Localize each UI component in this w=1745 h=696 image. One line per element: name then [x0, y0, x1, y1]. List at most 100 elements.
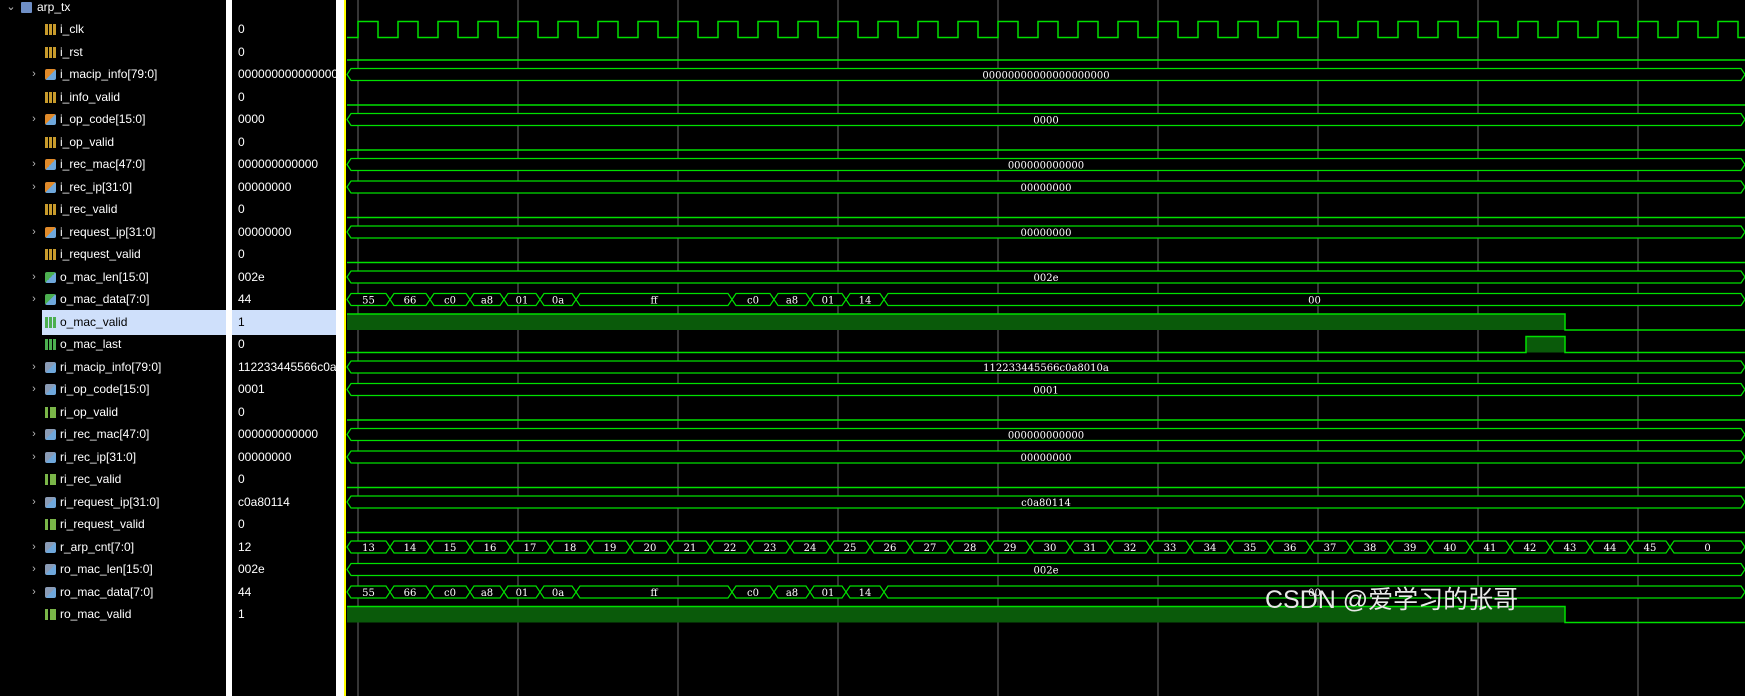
signal-row[interactable]: › i_rec_ip[31:0]	[0, 175, 226, 200]
signal-row[interactable]: i_clk	[0, 17, 226, 42]
bus-value-text: c0a80114	[1021, 498, 1071, 509]
signal-name-label: ri_rec_mac[47:0]	[60, 427, 150, 441]
bus-value-text: a8	[786, 588, 798, 599]
register-bit-icon	[45, 406, 56, 418]
signal-value: 0	[238, 22, 245, 36]
bus-value-text: 112233445566c0a8010a	[983, 363, 1109, 374]
input-bit-icon	[45, 136, 56, 148]
signal-value: 1	[238, 607, 245, 621]
bus-value-text: 13	[362, 543, 375, 554]
signal-value: 00000000	[238, 224, 292, 239]
bus-value-text: 32	[1124, 543, 1137, 554]
signal-row[interactable]: › ri_op_code[15:0]	[0, 377, 226, 402]
bus-value-text: 38	[1364, 543, 1377, 554]
register-bit-icon	[45, 609, 56, 620]
bus-value-text: 00000000	[1021, 453, 1072, 464]
signal-row[interactable]: ro_mac_valid	[0, 602, 226, 627]
bus-value-text: 00000000	[1021, 183, 1072, 194]
signal-row[interactable]: i_op_valid	[0, 130, 226, 155]
chevron-right-icon[interactable]: ›	[29, 535, 39, 560]
signal-name-label: i_rst	[60, 44, 83, 59]
signal-row[interactable]: › ri_request_ip[31:0]	[0, 490, 226, 515]
signal-row[interactable]: ri_request_valid	[0, 512, 226, 537]
bus-value-text: 31	[1084, 543, 1097, 554]
signal-row[interactable]: › ri_rec_mac[47:0]	[0, 422, 226, 447]
signal-row[interactable]: › ro_mac_data[7:0]	[0, 580, 226, 605]
bus-value-text: 14	[859, 588, 872, 599]
signal-row[interactable]: i_rec_valid	[0, 197, 226, 222]
signal-name-label: i_info_valid	[60, 89, 121, 104]
register-bus-icon	[45, 541, 56, 553]
signal-value: 0	[238, 337, 245, 351]
bus-value-text: 36	[1284, 543, 1297, 554]
signal-row[interactable]: o_mac_last	[0, 332, 226, 357]
signal-value: 0001	[238, 382, 265, 396]
bus-value-text: 0	[1704, 543, 1710, 554]
chevron-right-icon[interactable]: ›	[29, 107, 39, 132]
bus-value-text: 27	[924, 543, 937, 554]
signal-value: 0	[238, 44, 245, 59]
chevron-right-icon[interactable]: ›	[29, 557, 39, 582]
signal-row[interactable]: o_mac_valid	[0, 309, 244, 335]
signal-row[interactable]: › r_arp_cnt[7:0]	[0, 535, 226, 560]
chevron-right-icon[interactable]: ›	[29, 355, 39, 380]
signal-row[interactable]: ri_rec_valid	[0, 467, 226, 492]
signal-value: 00000000000000000000	[238, 67, 336, 81]
register-bit-icon	[45, 474, 56, 485]
register-bus-icon	[45, 564, 56, 575]
signal-row[interactable]: › i_op_code[15:0]	[0, 107, 226, 132]
signal-row[interactable]: › ri_macip_info[79:0]	[0, 355, 226, 380]
bus-value-text: 43	[1564, 543, 1577, 554]
chevron-right-icon[interactable]: ›	[29, 377, 39, 402]
bus-value-text: 0000	[1033, 116, 1058, 127]
waveform-panel[interactable]: 00000000000000000000 0000 000000000000 0000…	[344, 0, 1745, 696]
signal-row[interactable]: i_request_valid	[0, 242, 226, 267]
signal-row[interactable]: › ri_rec_ip[31:0]	[0, 445, 226, 470]
signal-name-label: i_macip_info[79:0]	[60, 67, 158, 81]
chevron-right-icon[interactable]: ›	[29, 445, 39, 470]
register-bus-icon	[45, 586, 56, 598]
signal-value: 0	[238, 472, 245, 486]
signal-row[interactable]: › o_mac_len[15:0]	[0, 265, 226, 290]
signal-value-panel: 0 0 000000000000000 0 0000 0 000000000000 00000…	[232, 0, 336, 696]
register-bus-icon	[45, 384, 56, 395]
chevron-right-icon[interactable]: ›	[29, 490, 39, 515]
chevron-right-icon[interactable]: ›	[29, 220, 39, 245]
signal-name-label: ro_mac_data[7:0]	[60, 584, 154, 599]
chevron-right-icon[interactable]: ›	[29, 287, 39, 312]
signal-row[interactable]: i_info_valid	[0, 85, 226, 110]
bus-value-text: a8	[481, 296, 493, 307]
chevron-right-icon[interactable]: ›	[29, 265, 39, 290]
signal-row[interactable]: i_rst	[0, 40, 226, 65]
signal-name-label: o_mac_valid	[42, 309, 244, 335]
output-bus-icon	[45, 294, 56, 305]
bus-value-text: 002e	[1033, 566, 1058, 577]
bus-value-text: 25	[844, 543, 857, 554]
chevron-right-icon[interactable]: ›	[29, 62, 39, 87]
input-bus-icon	[45, 226, 56, 238]
watermark: CSDN @爱学习的张哥	[1265, 586, 1519, 614]
signal-row[interactable]: › o_mac_data[7:0]	[0, 287, 226, 312]
signal-row[interactable]: › i_macip_info[79:0]	[0, 62, 226, 87]
bus-value-text: 66	[404, 588, 417, 599]
signal-name-label: i_request_valid	[60, 247, 141, 261]
signal-row[interactable]: ri_op_valid	[0, 400, 226, 425]
signal-value: 00000000	[238, 179, 292, 194]
chevron-right-icon[interactable]: ›	[29, 175, 39, 200]
signal-name-label: ro_mac_len[15:0]	[60, 562, 153, 576]
signal-value: 0	[238, 202, 245, 216]
signal-name-label: ri_rec_valid	[60, 472, 122, 486]
signal-value: 000000000000	[238, 427, 319, 441]
chevron-right-icon[interactable]: ›	[29, 422, 39, 447]
signal-row[interactable]: › i_rec_mac[47:0]	[0, 152, 226, 177]
bus-value-text: 0001	[1033, 386, 1058, 397]
input-bit-icon	[45, 24, 56, 35]
bus-value-text: 41	[1484, 543, 1497, 554]
waveform-canvas[interactable]: 0000000000000000000000000000000000000000…	[344, 0, 1745, 696]
panel-divider-wave[interactable]	[336, 0, 344, 696]
chevron-right-icon[interactable]: ›	[29, 152, 39, 177]
chevron-right-icon[interactable]: ›	[29, 580, 39, 605]
signal-row[interactable]: › i_request_ip[31:0]	[0, 220, 226, 245]
signal-row[interactable]: › ro_mac_len[15:0]	[0, 557, 226, 582]
bus-value-text: 18	[564, 543, 577, 554]
